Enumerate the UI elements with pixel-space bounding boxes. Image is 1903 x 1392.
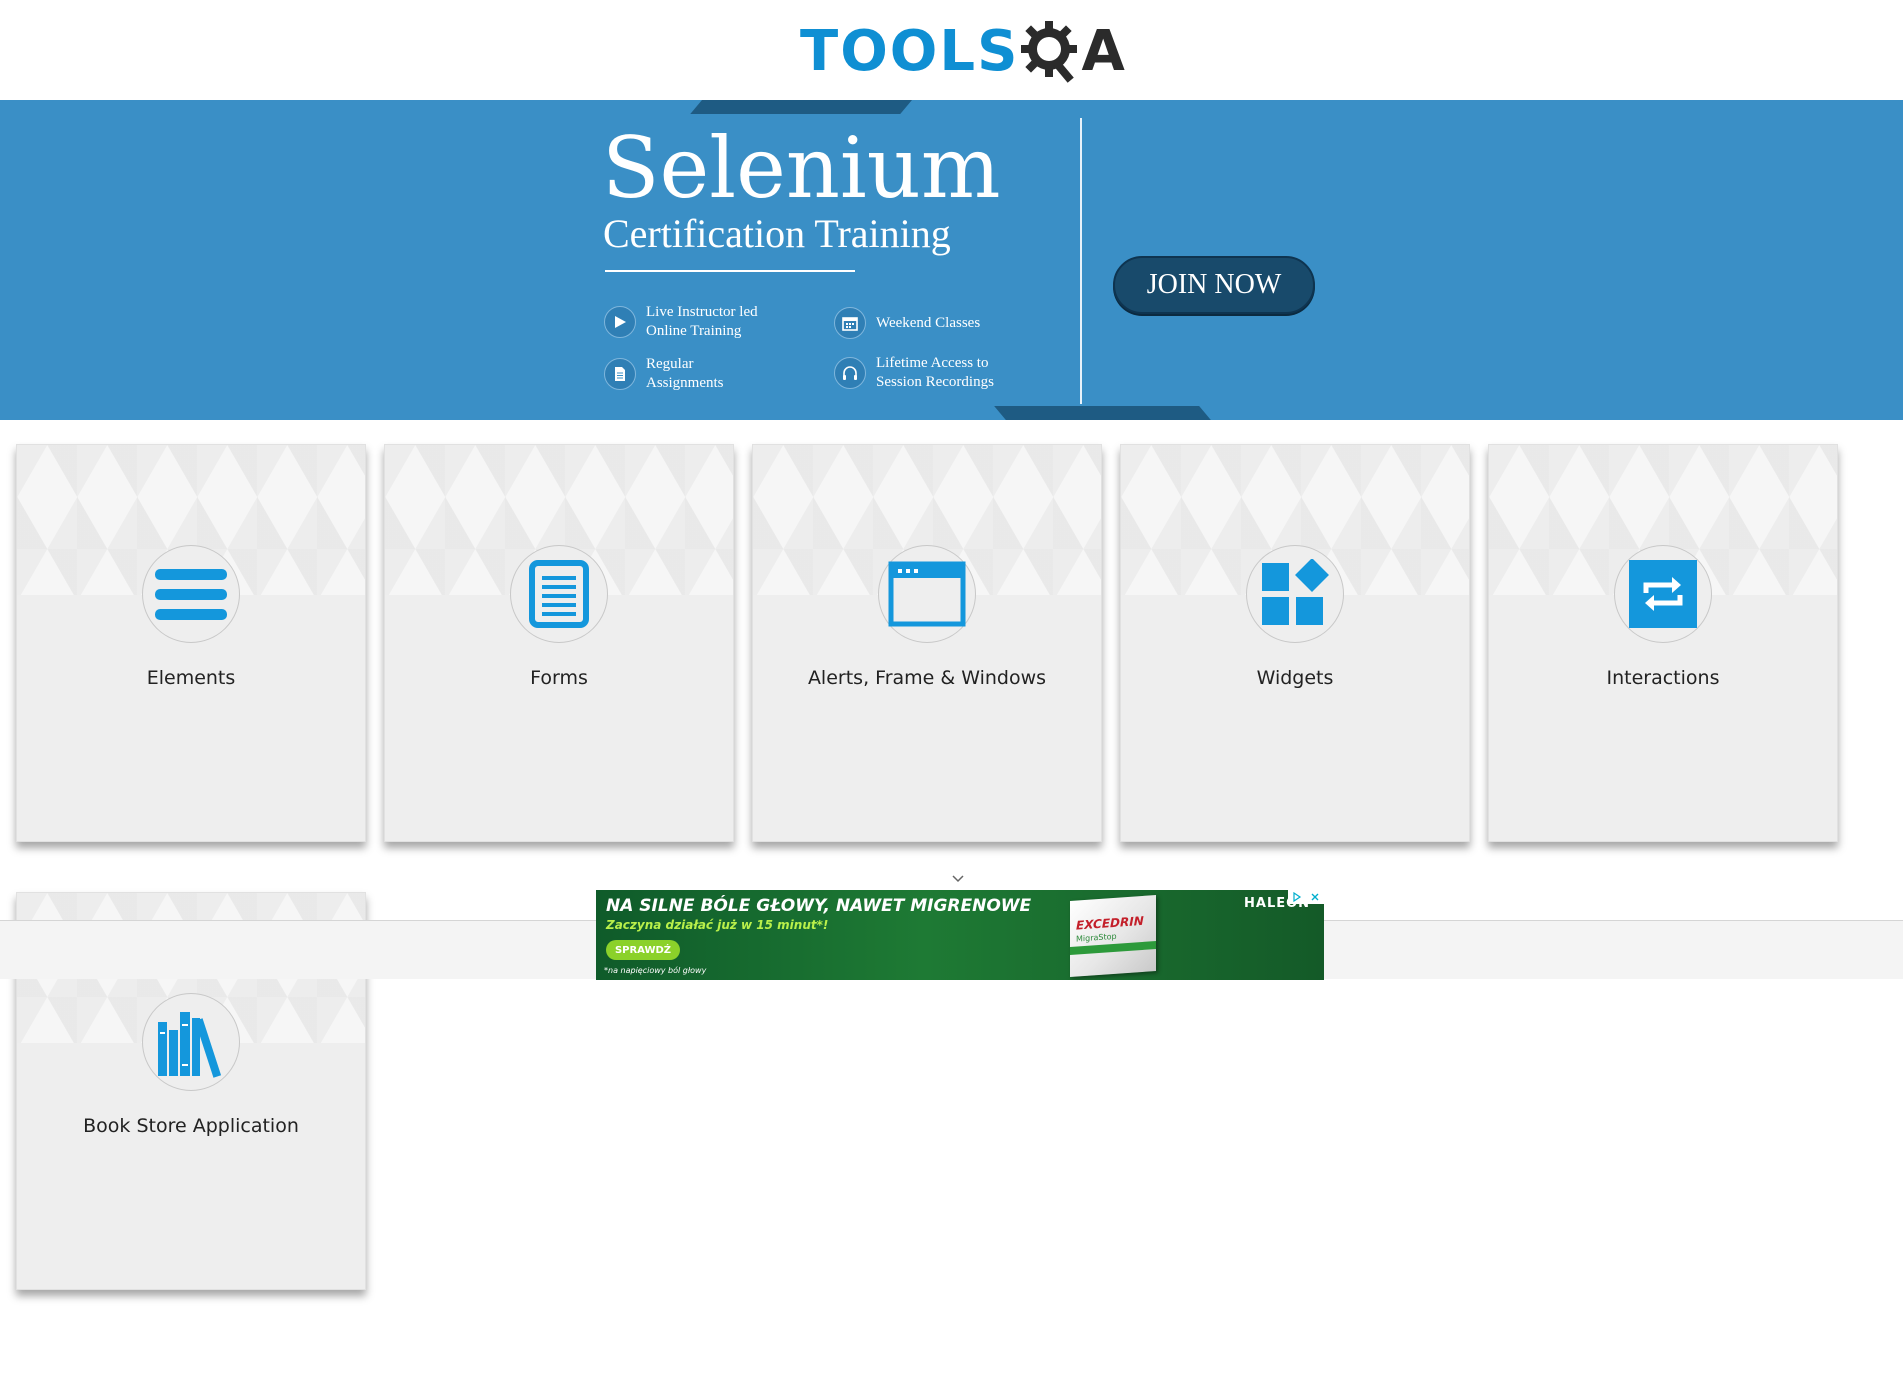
gear-magnifier-icon	[1021, 21, 1078, 83]
feature-item: Lifetime Access to Session Recordings	[834, 354, 994, 392]
adchoices-icon[interactable]	[1288, 890, 1324, 904]
product-box: EXCEDRIN MigraStop	[1070, 894, 1156, 978]
window-icon	[878, 545, 976, 643]
feature-item: Weekend Classes	[834, 307, 980, 339]
ad-footnote: *na napięciowy ból głowy	[604, 966, 707, 975]
feature-line2: Online Training	[646, 323, 742, 339]
banner-underline	[605, 270, 855, 272]
ad-subline: Zaczyna działać już w 15 minut*!	[606, 918, 829, 932]
feature-line1: Lifetime Access to	[876, 355, 989, 371]
feature-line1: Regular	[646, 356, 694, 372]
books-icon	[142, 993, 240, 1091]
banner-divider	[1080, 118, 1082, 404]
banner-stripe	[690, 100, 912, 114]
feature-line2: Assignments	[646, 375, 724, 391]
card-title: Elements	[146, 667, 236, 689]
headphones-icon	[834, 357, 866, 389]
card-interactions[interactable]: Interactions	[1488, 444, 1838, 842]
form-icon	[510, 545, 608, 643]
feature-line2: Session Recordings	[876, 374, 994, 390]
hamburger-icon	[142, 545, 240, 643]
toolsqa-logo[interactable]: TOOLS A	[800, 14, 1130, 90]
feature-item: Regular Assignments	[604, 355, 724, 393]
logo-text-a: A	[1081, 19, 1125, 84]
banner-subtitle: Certification Training	[603, 211, 951, 256]
banner-stripe	[994, 406, 1211, 420]
swap-icon	[1614, 545, 1712, 643]
card-title: Widgets	[1256, 667, 1334, 689]
close-icon[interactable]	[1310, 892, 1320, 902]
advertisement[interactable]: NA SILNE BÓLE GŁOWY, NAWET MIGRENOWE Zac…	[596, 890, 1324, 980]
header: TOOLS A	[0, 0, 1903, 100]
calendar-icon	[834, 307, 866, 339]
feature-line1: Weekend Classes	[876, 314, 981, 331]
card-widgets[interactable]: Widgets	[1120, 444, 1470, 842]
widgets-icon	[1246, 545, 1344, 643]
card-title: Interactions	[1606, 667, 1720, 689]
card-forms[interactable]: Forms	[384, 444, 734, 842]
join-now-button[interactable]: JOIN NOW	[1113, 256, 1315, 314]
feature-line1: Live Instructor led	[646, 304, 758, 320]
play-icon	[604, 306, 636, 338]
feature-item: Live Instructor led Online Training	[604, 303, 758, 341]
ad-cta-button[interactable]: SPRAWDŹ	[606, 940, 680, 960]
card-title: Alerts, Frame & Windows	[807, 667, 1047, 689]
logo-text: TOOLS	[800, 19, 1020, 84]
document-icon	[604, 358, 636, 390]
promo-banner[interactable]: Selenium Certification Training Live Ins…	[0, 100, 1903, 420]
product-name: EXCEDRIN	[1076, 913, 1144, 933]
chevron-down-icon[interactable]	[951, 872, 965, 886]
card-alerts-frame-windows[interactable]: Alerts, Frame & Windows	[752, 444, 1102, 842]
product-subname: MigraStop	[1076, 931, 1117, 944]
card-title: Forms	[530, 667, 588, 689]
banner-title: Selenium	[602, 119, 1001, 217]
card-elements[interactable]: Elements	[16, 444, 366, 842]
card-title: Book Store Application	[83, 1115, 299, 1137]
ad-headline: NA SILNE BÓLE GŁOWY, NAWET MIGRENOWE	[606, 896, 1032, 916]
